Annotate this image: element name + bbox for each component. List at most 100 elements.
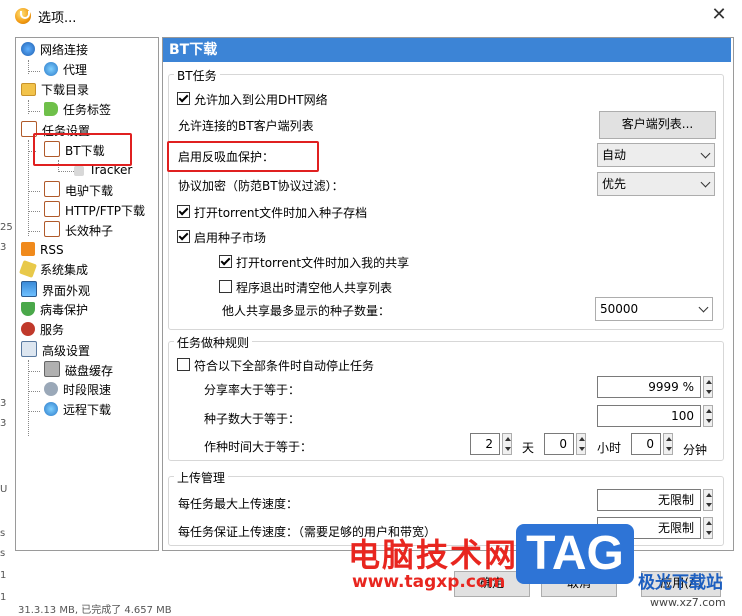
- tree-item-label: 时段限速: [63, 383, 112, 397]
- tree-item-advanced[interactable]: 高级设置: [21, 341, 90, 359]
- tree-item-label: 高级设置: [42, 344, 91, 358]
- bg-text: 1: [0, 592, 7, 603]
- disk-cache-icon: [44, 361, 60, 377]
- virus-shield-icon: [21, 302, 35, 316]
- proxy-globe-icon: [44, 62, 58, 76]
- tree-item-network[interactable]: 网络连接: [21, 41, 88, 59]
- tree-item-task-tags[interactable]: 任务标签: [44, 101, 111, 119]
- status-text: 31.3.13 MB, 已完成了 4.657 MB: [18, 605, 172, 616]
- tree-item-appearance[interactable]: 界面外观: [21, 281, 90, 299]
- time-label: 作种时间大于等于：: [204, 440, 313, 454]
- tree-item-label: 服务: [40, 323, 65, 337]
- tree-item-remote[interactable]: 远程下载: [44, 401, 111, 419]
- speed-limit-icon: [44, 382, 58, 396]
- max-upload-label: 每任务最大上传速度：: [178, 497, 299, 511]
- seeds-label: 种子数大于等于：: [204, 412, 301, 426]
- tag-icon: [44, 102, 58, 116]
- encryption-label: 协议加密（防范BT协议过滤）：: [178, 179, 344, 193]
- allow-dht-label: 允许加入到公用DHT网络: [194, 93, 328, 107]
- open-torrent-share-label: 打开torrent文件时加入我的共享: [236, 256, 410, 270]
- tree-item-download-dir[interactable]: 下载目录: [21, 81, 89, 99]
- allow-dht-checkbox[interactable]: [177, 92, 190, 105]
- panel-header: BT下载: [163, 38, 731, 62]
- auto-stop-checkbox[interactable]: [177, 358, 190, 371]
- tree-item-label: RSS: [40, 243, 64, 257]
- client-list-button[interactable]: 客户端列表...: [599, 111, 716, 139]
- bg-text: 3: [0, 398, 7, 409]
- tree-item-service[interactable]: 服务: [21, 321, 64, 339]
- seed-icon: [44, 221, 60, 237]
- days-spinner[interactable]: [502, 433, 512, 455]
- max-upload-spinner[interactable]: [703, 489, 713, 511]
- seeds-spinner[interactable]: [703, 405, 713, 427]
- emule-icon: [44, 181, 60, 197]
- minutes-spinner[interactable]: [663, 433, 673, 455]
- bg-text: [0, 448, 3, 459]
- bg-text: 25: [0, 222, 13, 233]
- advanced-icon: [21, 341, 37, 357]
- highlight-anti-leech: [167, 141, 319, 172]
- tree-item-emule[interactable]: 电驴下载: [44, 181, 113, 199]
- anti-leech-value: 自动: [602, 148, 627, 162]
- tree-item-label: 长效种子: [65, 224, 114, 238]
- bg-text: 1: [0, 570, 7, 581]
- hours-spinner[interactable]: [576, 433, 586, 455]
- anti-leech-select[interactable]: 自动: [597, 143, 715, 167]
- tracker-icon: [74, 166, 84, 176]
- guaranteed-upload-spinner[interactable]: [703, 517, 713, 539]
- bg-text: U: [0, 484, 8, 495]
- tree-item-long-seed[interactable]: 长效种子: [44, 221, 113, 239]
- max-shown-select[interactable]: 50000: [595, 297, 713, 321]
- tree-item-label: 电驴下载: [65, 184, 114, 198]
- title-bar: [0, 0, 742, 32]
- watermark-brand: 电脑技术网: [348, 536, 519, 574]
- clear-on-exit-label: 程序退出时清空他人共享列表: [236, 281, 393, 295]
- minutes-input[interactable]: 0: [631, 433, 661, 455]
- highlight-bt-download: [33, 133, 132, 166]
- open-torrent-add-checkbox[interactable]: [177, 205, 190, 218]
- rss-icon: [21, 242, 35, 256]
- encryption-value: 优先: [602, 177, 627, 191]
- tree-item-label: 远程下载: [63, 403, 112, 417]
- max-shown-label: 他人共享最多显示的种子数量：: [222, 304, 391, 318]
- folder-icon: [21, 83, 36, 96]
- tree-item-label: 代理: [63, 63, 88, 77]
- bg-text: s: [0, 548, 6, 559]
- tree-item-http-ftp[interactable]: HTTP/FTP下载: [44, 201, 145, 219]
- seeds-input[interactable]: 100: [597, 405, 701, 427]
- close-button[interactable]: ✕: [708, 5, 730, 25]
- days-unit: 天: [522, 441, 535, 455]
- max-upload-input[interactable]: 无限制: [597, 489, 701, 511]
- clear-on-exit-checkbox[interactable]: [219, 280, 232, 293]
- days-input[interactable]: 2: [470, 433, 500, 455]
- enable-market-label: 启用种子市场: [194, 231, 267, 245]
- http-ftp-icon: [44, 201, 60, 217]
- chevron-down-icon: [698, 302, 709, 313]
- enable-market-checkbox[interactable]: [177, 230, 190, 243]
- seeding-legend: 任务做种规则: [174, 334, 253, 351]
- tree-item-label: HTTP/FTP下载: [65, 204, 146, 218]
- watermark-url: www.tagxp.com: [352, 572, 506, 592]
- encryption-select[interactable]: 优先: [597, 172, 715, 196]
- tree-item-label: 界面外观: [42, 284, 91, 298]
- auto-stop-label: 符合以下全部条件时自动停止任务: [194, 359, 375, 373]
- bg-text: s: [0, 528, 6, 539]
- integration-icon: [19, 260, 37, 278]
- ratio-input[interactable]: 9999 %: [597, 376, 701, 398]
- chevron-down-icon: [700, 177, 711, 188]
- watermark-site: 极光下载站: [638, 573, 723, 593]
- tree-item-disk-cache[interactable]: 磁盘缓存: [44, 361, 113, 379]
- tree-item-virus[interactable]: 病毒保护: [21, 301, 88, 319]
- open-torrent-add-label: 打开torrent文件时加入种子存档: [194, 206, 368, 220]
- tree-item-label: 磁盘缓存: [65, 364, 114, 378]
- tree-item-integration[interactable]: 系统集成: [19, 260, 88, 279]
- tree-item-speed-limit[interactable]: 时段限速: [44, 381, 111, 399]
- appearance-icon: [21, 281, 37, 297]
- settings-tree[interactable]: 网络连接 代理 下载目录 任务标签 任务设置 BT下载 Tracker 电驴下载…: [15, 37, 159, 551]
- open-torrent-share-checkbox[interactable]: [219, 255, 232, 268]
- tree-item-label: 网络连接: [40, 43, 89, 57]
- tree-item-proxy[interactable]: 代理: [44, 61, 87, 79]
- ratio-spinner[interactable]: [703, 376, 713, 398]
- tree-item-rss[interactable]: RSS: [21, 241, 64, 259]
- hours-input[interactable]: 0: [544, 433, 574, 455]
